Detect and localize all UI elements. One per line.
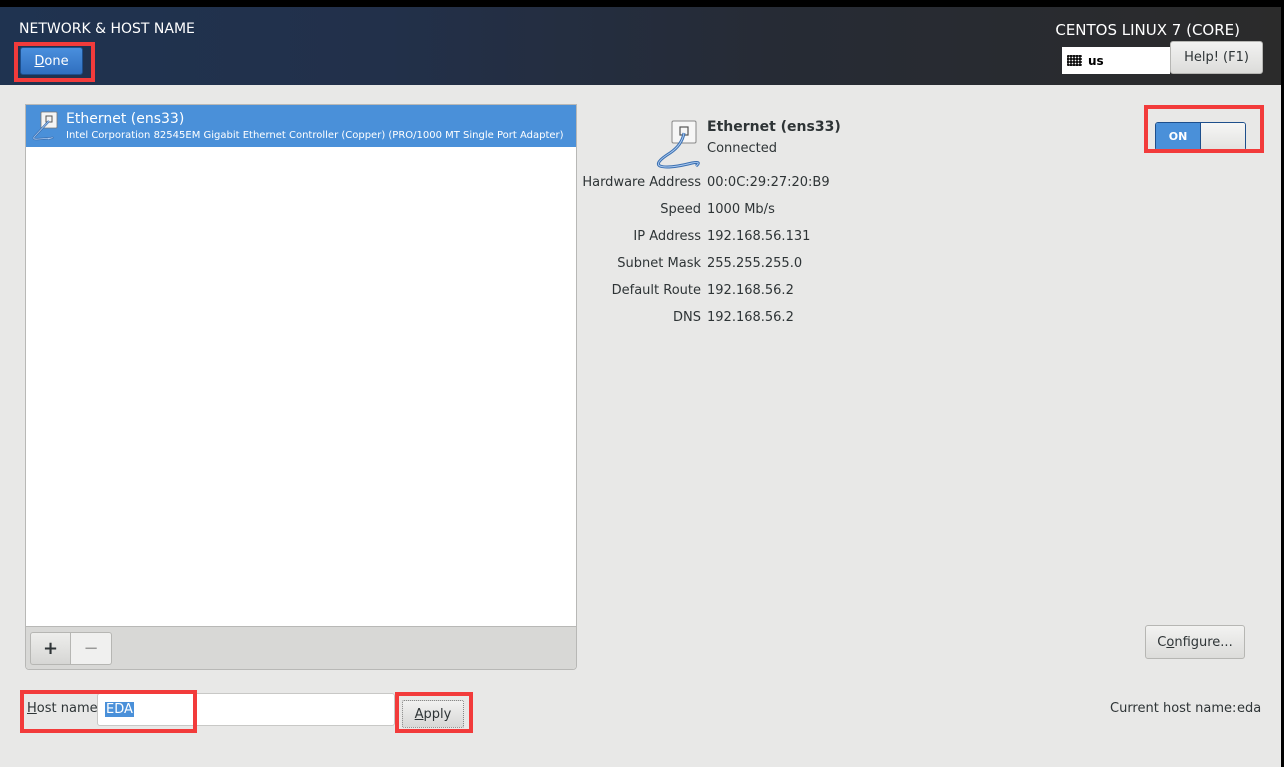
remove-device-button[interactable]: − bbox=[71, 632, 112, 665]
keyboard-layout-label: us bbox=[1088, 53, 1104, 68]
host-name-label-rest: ost name: bbox=[36, 701, 102, 716]
apply-button[interactable]: Apply bbox=[402, 700, 464, 728]
product-name: CENTOS LINUX 7 (CORE) bbox=[1055, 21, 1240, 39]
done-button[interactable]: Done bbox=[20, 47, 83, 75]
device-status: Connected bbox=[707, 141, 778, 156]
host-name-mnemonic: H bbox=[27, 701, 37, 716]
apply-mnemonic: A bbox=[414, 706, 424, 722]
current-host-name-label: Current host name: bbox=[1110, 701, 1237, 716]
add-device-button[interactable]: + bbox=[30, 632, 71, 665]
page-title: NETWORK & HOST NAME bbox=[19, 21, 195, 37]
configure-label-start: C bbox=[1157, 634, 1167, 650]
detail-value: 255.255.255.0 bbox=[707, 256, 803, 271]
toggle-on-label: ON bbox=[1156, 123, 1200, 150]
configure-button[interactable]: Co nfigure... bbox=[1145, 625, 1245, 659]
device-list-item[interactable]: Ethernet (ens33) Intel Corporation 82545… bbox=[26, 105, 576, 147]
detail-label: Hardware Address bbox=[582, 175, 701, 190]
host-name-label: Host name: bbox=[27, 701, 102, 716]
ethernet-cable-icon bbox=[32, 111, 58, 141]
device-name: Ethernet (ens33) bbox=[66, 111, 185, 127]
toggle-knob[interactable] bbox=[1200, 123, 1245, 150]
list-toolbar: + − bbox=[26, 626, 576, 669]
detail-label: DNS bbox=[673, 310, 701, 325]
keyboard-icon bbox=[1067, 55, 1082, 66]
configure-mnemonic: o bbox=[1166, 634, 1175, 650]
host-name-input[interactable]: EDA bbox=[97, 693, 395, 726]
done-mnemonic: D bbox=[34, 53, 45, 69]
detail-value: 00:0C:29:27:20:B9 bbox=[707, 175, 830, 190]
help-button[interactable]: Help! (F1) bbox=[1170, 41, 1263, 74]
keyboard-layout-indicator[interactable]: us bbox=[1062, 47, 1170, 74]
detail-value: 192.168.56.2 bbox=[707, 310, 794, 325]
network-hostname-screen: NETWORK & HOST NAME Done CENTOS LINUX 7 … bbox=[0, 7, 1281, 767]
detail-row-subnet-mask: Subnet Mask 255.255.255.0 bbox=[560, 256, 960, 276]
detail-value: 192.168.56.2 bbox=[707, 283, 794, 298]
detail-value: 192.168.56.131 bbox=[707, 229, 811, 244]
device-list: Ethernet (ens33) Intel Corporation 82545… bbox=[25, 104, 577, 670]
done-label-rest: one bbox=[44, 53, 69, 69]
detail-label: Subnet Mask bbox=[617, 256, 701, 271]
current-host-name-value: eda bbox=[1237, 701, 1262, 716]
detail-row-default-route: Default Route 192.168.56.2 bbox=[560, 283, 960, 303]
detail-row-ip-address: IP Address 192.168.56.131 bbox=[560, 229, 960, 249]
header-bar: NETWORK & HOST NAME Done CENTOS LINUX 7 … bbox=[0, 7, 1281, 85]
host-name-value-selected: EDA bbox=[105, 702, 134, 717]
device-description: Intel Corporation 82545EM Gigabit Ethern… bbox=[66, 130, 564, 141]
connection-toggle-switch[interactable]: ON bbox=[1155, 122, 1246, 151]
apply-label-rest: pply bbox=[423, 706, 452, 722]
ethernet-cable-icon bbox=[656, 120, 700, 169]
configure-label-rest: nfigure... bbox=[1174, 634, 1233, 650]
detail-label: IP Address bbox=[633, 229, 701, 244]
detail-label: Default Route bbox=[611, 283, 701, 298]
detail-value: 1000 Mb/s bbox=[707, 202, 775, 217]
device-detail-name: Ethernet (ens33) bbox=[707, 119, 841, 135]
detail-row-speed: Speed 1000 Mb/s bbox=[560, 202, 960, 222]
detail-label: Speed bbox=[660, 202, 701, 217]
detail-row-hardware-address: Hardware Address 00:0C:29:27:20:B9 bbox=[560, 175, 960, 195]
detail-row-dns: DNS 192.168.56.2 bbox=[560, 310, 960, 330]
